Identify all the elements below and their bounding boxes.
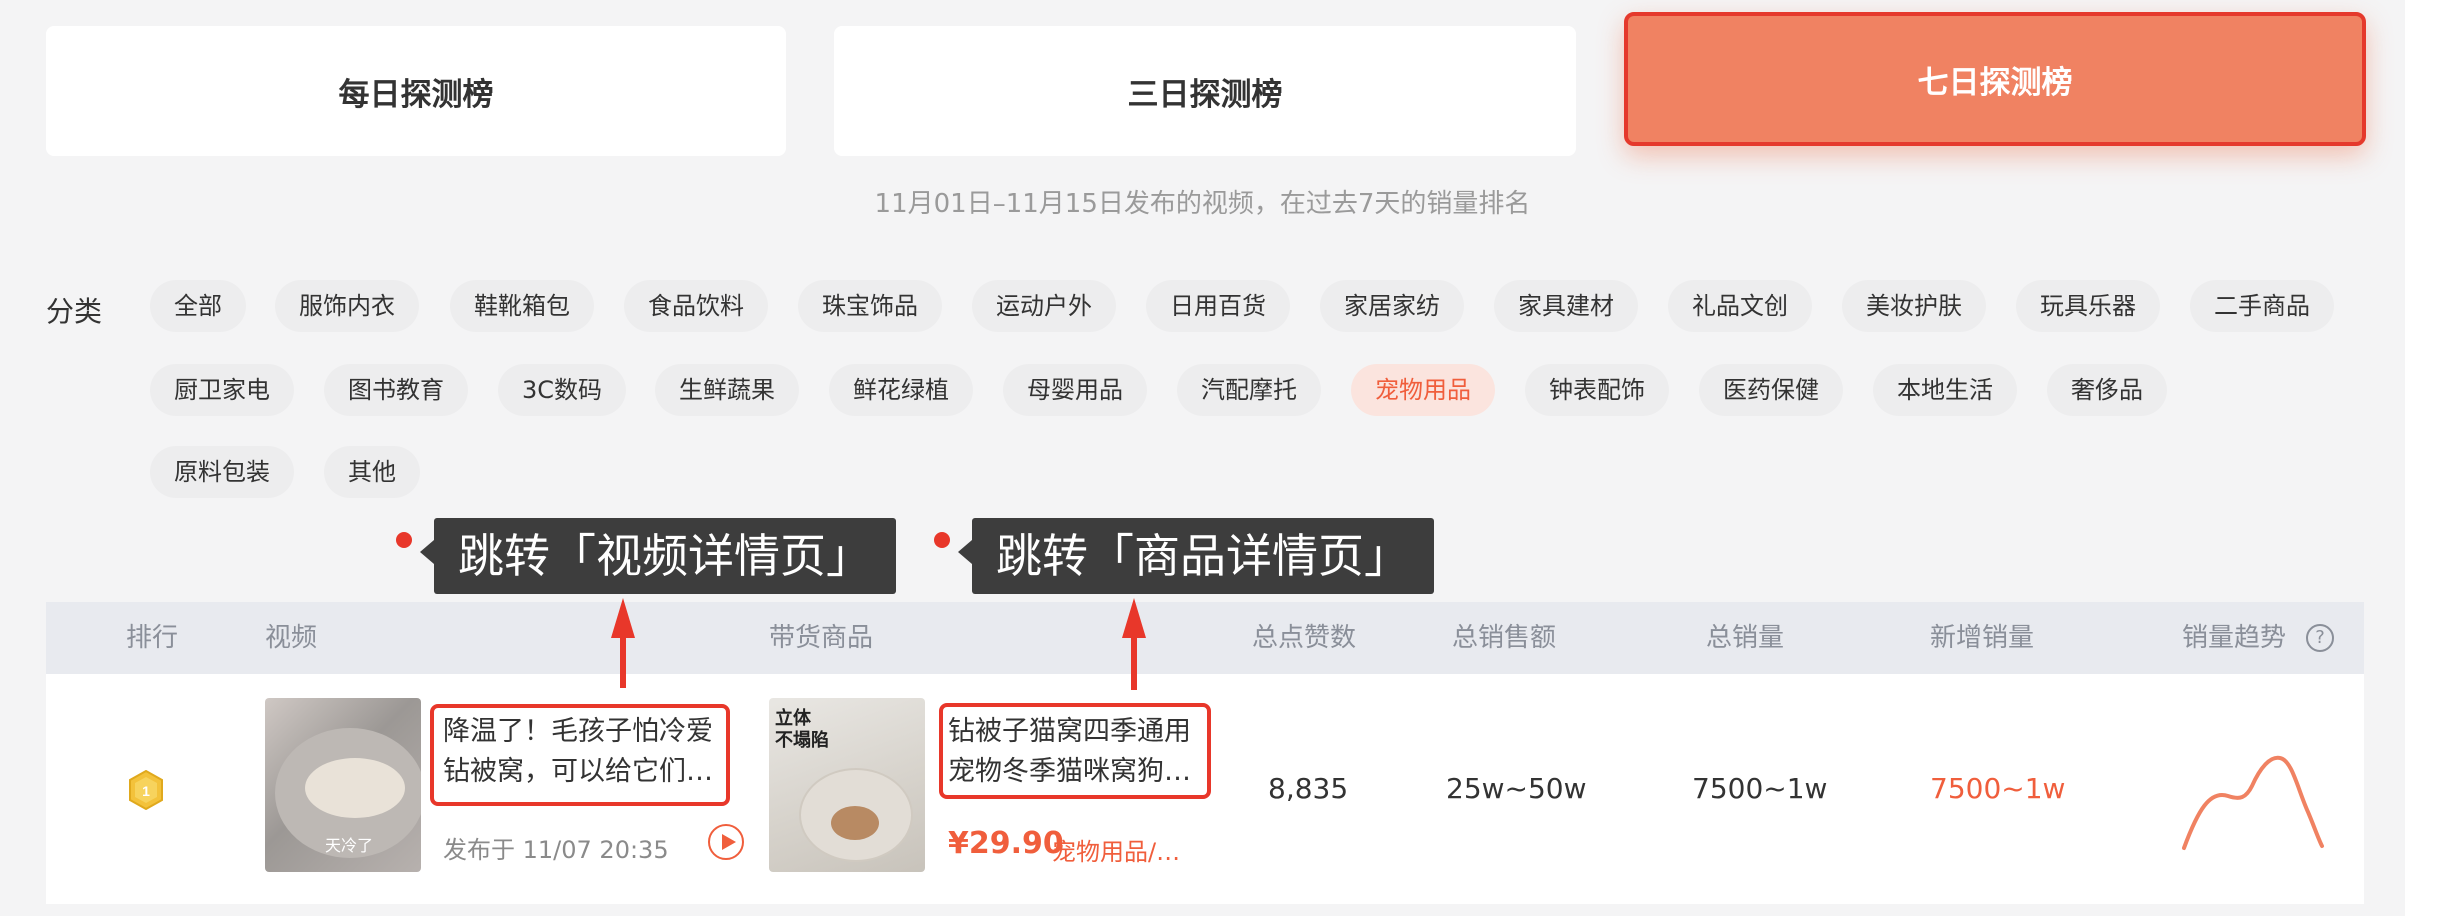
sales-volume-value: 7500~1w bbox=[1692, 772, 1828, 805]
category-pill[interactable]: 3C数码 bbox=[498, 364, 627, 416]
category-pill[interactable]: 图书教育 bbox=[324, 364, 468, 416]
new-sales-value: 7500~1w bbox=[1930, 772, 2066, 805]
category-pill[interactable]: 厨卫家电 bbox=[150, 364, 294, 416]
product-price: ¥29.90 bbox=[948, 826, 1064, 861]
product-title-line: 宠物冬季猫咪窝狗… bbox=[948, 756, 1191, 787]
arrow-product bbox=[1131, 632, 1137, 690]
category-label: 分类 bbox=[46, 295, 103, 328]
video-thumbnail[interactable]: 天冷了 bbox=[265, 698, 421, 872]
likes-value: 8,835 bbox=[1268, 772, 1349, 805]
rank-medal-icon: 1 bbox=[129, 770, 163, 810]
product-category: 宠物用品/… bbox=[1052, 838, 1181, 866]
annotation-product-detail: 跳转「商品详情页」 bbox=[958, 518, 1434, 594]
arrow-product-head bbox=[1122, 598, 1146, 638]
category-pill[interactable]: 原料包装 bbox=[150, 446, 294, 498]
category-pill[interactable]: 家居家纺 bbox=[1320, 280, 1464, 332]
header-trend: 销量趋势 bbox=[2182, 623, 2287, 653]
tab-daily[interactable]: 每日探测榜 bbox=[46, 26, 786, 156]
thumb-shape bbox=[831, 806, 879, 840]
tab-daily-label: 每日探测榜 bbox=[338, 76, 494, 113]
header-sales-volume[interactable]: 总销量 bbox=[1706, 602, 1784, 674]
sales-trend-sparkline[interactable] bbox=[2180, 750, 2330, 860]
tab-seven-day-label: 七日探测榜 bbox=[1917, 64, 2073, 101]
category-pill[interactable]: 鲜花绿植 bbox=[829, 364, 973, 416]
row-divider bbox=[46, 904, 2364, 916]
category-pill[interactable]: 母婴用品 bbox=[1003, 364, 1147, 416]
annotation-video-detail: 跳转「视频详情页」 bbox=[420, 518, 896, 594]
category-pill[interactable]: 汽配摩托 bbox=[1177, 364, 1321, 416]
category-pill[interactable]: 全部 bbox=[150, 280, 246, 332]
category-pill-active[interactable]: 宠物用品 bbox=[1351, 364, 1495, 416]
video-title[interactable]: 降温了！毛孩子怕冷爱 钻被窝，可以给它们… bbox=[443, 712, 727, 798]
category-pill[interactable]: 运动户外 bbox=[972, 280, 1116, 332]
help-icon[interactable]: ? bbox=[2306, 624, 2334, 652]
product-thumb-caption: 立体 不塌陷 bbox=[775, 708, 829, 751]
arrow-video bbox=[620, 632, 626, 688]
header-likes[interactable]: 总点赞数 bbox=[1252, 602, 1356, 674]
product-thumbnail[interactable]: 立体 不塌陷 bbox=[769, 698, 925, 872]
publish-time: 发布于 11/07 20:35 bbox=[443, 836, 669, 864]
header-product: 带货商品 bbox=[769, 623, 874, 653]
tab-seven-day[interactable]: 七日探测榜 bbox=[1624, 12, 2366, 146]
category-pill[interactable]: 礼品文创 bbox=[1668, 280, 1812, 332]
category-pill[interactable]: 二手商品 bbox=[2190, 280, 2334, 332]
sales-amount-value: 25w~50w bbox=[1446, 772, 1587, 805]
header-new-sales[interactable]: 新增销量 bbox=[1930, 602, 2034, 674]
ranking-subtitle: 11月01日–11月15日发布的视频，在过去7天的销量排名 bbox=[874, 189, 1531, 219]
play-icon[interactable] bbox=[708, 824, 744, 860]
tab-three-day[interactable]: 三日探测榜 bbox=[834, 26, 1576, 156]
category-pill[interactable]: 美妆护肤 bbox=[1842, 280, 1986, 332]
page-edge bbox=[2405, 0, 2460, 916]
header-sales-amount[interactable]: 总销售额 bbox=[1452, 602, 1556, 674]
annotation-dot bbox=[396, 532, 412, 548]
tab-three-day-label: 三日探测榜 bbox=[1127, 76, 1283, 113]
thumb-shape bbox=[305, 758, 405, 818]
video-title-line: 钻被窝，可以给它们… bbox=[443, 756, 713, 787]
header-rank: 排行 bbox=[126, 623, 179, 653]
category-pill[interactable]: 日用百货 bbox=[1146, 280, 1290, 332]
video-title-line: 降温了！毛孩子怕冷爱 bbox=[443, 716, 713, 747]
rank-number: 1 bbox=[142, 783, 150, 799]
category-pill[interactable]: 医药保健 bbox=[1699, 364, 1843, 416]
header-video: 视频 bbox=[265, 623, 318, 653]
product-title-line: 钻被子猫窝四季通用 bbox=[948, 716, 1191, 747]
category-pill[interactable]: 奢侈品 bbox=[2047, 364, 2167, 416]
arrow-video-head bbox=[611, 598, 635, 638]
category-pill[interactable]: 生鲜蔬果 bbox=[655, 364, 799, 416]
category-pill[interactable]: 钟表配饰 bbox=[1525, 364, 1669, 416]
category-pill[interactable]: 珠宝饰品 bbox=[798, 280, 942, 332]
category-pill[interactable]: 食品饮料 bbox=[624, 280, 768, 332]
category-pill[interactable]: 玩具乐器 bbox=[2016, 280, 2160, 332]
category-pill[interactable]: 其他 bbox=[324, 446, 420, 498]
category-pill[interactable]: 家具建材 bbox=[1494, 280, 1638, 332]
category-pill[interactable]: 鞋靴箱包 bbox=[450, 280, 594, 332]
annotation-dot bbox=[934, 532, 950, 548]
product-title[interactable]: 钻被子猫窝四季通用 宠物冬季猫咪窝狗… bbox=[948, 712, 1206, 798]
category-pill[interactable]: 服饰内衣 bbox=[275, 280, 419, 332]
video-thumb-caption: 天冷了 bbox=[325, 836, 374, 855]
category-pill[interactable]: 本地生活 bbox=[1873, 364, 2017, 416]
